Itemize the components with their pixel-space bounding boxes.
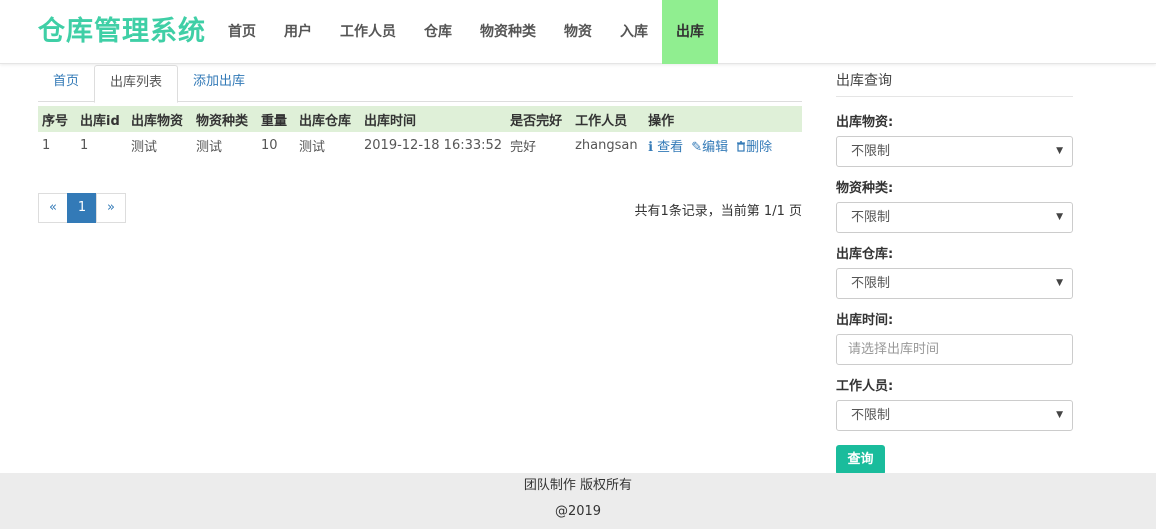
view-link[interactable]: ℹ 查看: [648, 140, 683, 155]
main-nav: 首页 用户 工作人员 仓库 物资种类 物资 入库 出库: [214, 0, 718, 64]
tab-add-outbound[interactable]: 添加出库: [178, 65, 260, 102]
staff-filter-select[interactable]: 不限制 ▼: [836, 400, 1073, 431]
pencil-icon: ✎: [691, 139, 703, 155]
tab-outbound-list[interactable]: 出库列表: [94, 65, 179, 103]
tab-home[interactable]: 首页: [38, 65, 94, 102]
edit-label: 编辑: [702, 139, 729, 155]
warehouse-filter-select[interactable]: 不限制 ▼: [836, 268, 1073, 299]
footer-copyright: 团队制作 版权所有: [523, 478, 633, 493]
footer-year: @2019: [554, 504, 602, 519]
category-filter-value: 不限制: [851, 210, 891, 225]
cell-time: 2019-12-18 16:33:52: [364, 137, 503, 153]
next-page-button[interactable]: »: [96, 193, 126, 223]
col-goods: 出库物资: [127, 106, 192, 132]
cell-actions: ℹ 查看 ✎编辑 删除: [644, 132, 802, 158]
cell-warehouse: 测试: [299, 139, 326, 155]
top-navbar: 仓库管理系统 首页 用户 工作人员 仓库 物资种类 物资 入库 出库: [0, 0, 1156, 64]
time-filter-input[interactable]: 请选择出库时间: [836, 334, 1073, 365]
delete-label: 删除: [746, 139, 773, 155]
query-button[interactable]: 查询: [836, 445, 885, 475]
col-actions: 操作: [644, 106, 802, 132]
table-row: 1 1 测试 测试 10 测试 2019-12-18 16:33:52 完好 z…: [38, 132, 802, 158]
caret-down-icon: ▼: [1056, 410, 1063, 420]
cell-outbound-id: 1: [80, 137, 89, 153]
cell-staff: zhangsan: [575, 137, 638, 153]
col-warehouse: 出库仓库: [295, 106, 360, 132]
nav-staff[interactable]: 工作人员: [326, 0, 410, 64]
col-time: 出库时间: [360, 106, 507, 132]
col-index: 序号: [38, 106, 76, 132]
delete-link[interactable]: 删除: [736, 140, 772, 155]
brand-logo[interactable]: 仓库管理系统: [38, 14, 206, 50]
query-panel-title: 出库查询: [836, 64, 1073, 97]
goods-filter-label: 出库物资:: [836, 115, 894, 130]
view-label: 查看: [657, 139, 684, 155]
col-outbound-id: 出库id: [76, 106, 127, 132]
query-panel: 出库查询 出库物资: 不限制 ▼ 物资种类: 不限制 ▼ 出库仓库: 不限制 ▼…: [836, 64, 1073, 475]
caret-down-icon: ▼: [1056, 146, 1063, 156]
cell-index: 1: [42, 137, 51, 153]
outbound-table: 序号 出库id 出库物资 物资种类 重量 出库仓库 出库时间 是否完好 工作人员…: [38, 106, 802, 158]
nav-goods[interactable]: 物资: [550, 0, 606, 64]
goods-filter-select[interactable]: 不限制 ▼: [836, 136, 1073, 167]
goods-filter-value: 不限制: [851, 144, 891, 159]
nav-home[interactable]: 首页: [214, 0, 270, 64]
nav-inbound[interactable]: 入库: [606, 0, 662, 64]
nav-users[interactable]: 用户: [270, 0, 326, 64]
main-content: 首页 出库列表 添加出库 序号 出库id 出库物资 物资种类 重量 出库仓库 出…: [38, 64, 802, 223]
col-intact: 是否完好: [506, 106, 572, 132]
record-summary: 共有1条记录，当前第 1/1 页: [634, 204, 802, 219]
category-filter-label: 物资种类:: [836, 181, 894, 196]
staff-filter-value: 不限制: [851, 408, 891, 423]
cell-intact: 完好: [510, 139, 537, 155]
cell-goods: 测试: [131, 139, 158, 155]
warehouse-filter-value: 不限制: [851, 276, 891, 291]
trash-icon: [737, 140, 746, 152]
time-filter-label: 出库时间:: [836, 313, 894, 328]
warehouse-filter-label: 出库仓库:: [836, 247, 894, 262]
nav-outbound[interactable]: 出库: [662, 0, 718, 64]
cell-category: 测试: [196, 139, 223, 155]
info-icon: ℹ: [648, 139, 654, 155]
prev-page-button[interactable]: «: [38, 193, 68, 223]
nav-category[interactable]: 物资种类: [466, 0, 550, 64]
nav-warehouse[interactable]: 仓库: [410, 0, 466, 64]
cell-weight: 10: [261, 137, 278, 153]
staff-filter-label: 工作人员:: [836, 379, 894, 394]
col-weight: 重量: [257, 106, 295, 132]
caret-down-icon: ▼: [1056, 278, 1063, 288]
tab-bar: 首页 出库列表 添加出库: [38, 65, 802, 103]
caret-down-icon: ▼: [1056, 212, 1063, 222]
table-header-row: 序号 出库id 出库物资 物资种类 重量 出库仓库 出库时间 是否完好 工作人员…: [38, 106, 802, 132]
edit-link[interactable]: ✎编辑: [691, 140, 728, 155]
footer: 团队制作 版权所有 @2019: [0, 473, 1156, 529]
col-staff: 工作人员: [571, 106, 645, 132]
col-category: 物资种类: [192, 106, 257, 132]
page-1-button[interactable]: 1: [67, 193, 97, 223]
pagination: « 1 »: [38, 193, 126, 223]
category-filter-select[interactable]: 不限制 ▼: [836, 202, 1073, 233]
